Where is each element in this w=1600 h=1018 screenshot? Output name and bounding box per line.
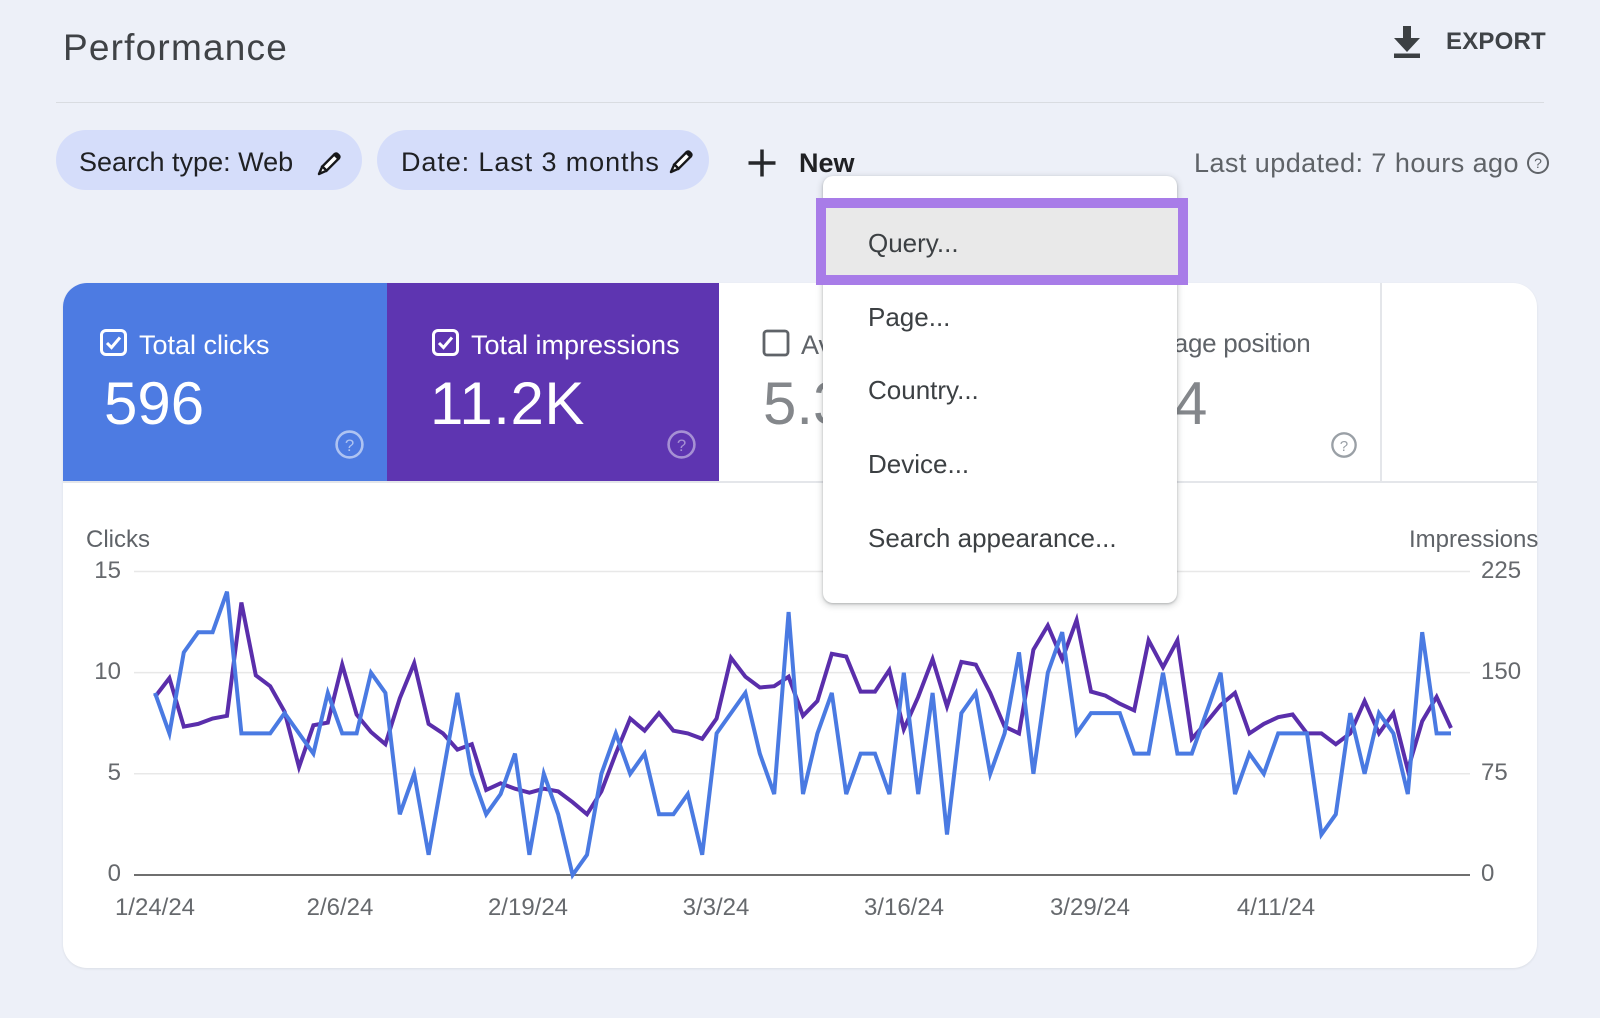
svg-text:?: ? — [677, 436, 686, 455]
svg-text:?: ? — [345, 436, 354, 455]
svg-text:?: ? — [1340, 438, 1348, 455]
